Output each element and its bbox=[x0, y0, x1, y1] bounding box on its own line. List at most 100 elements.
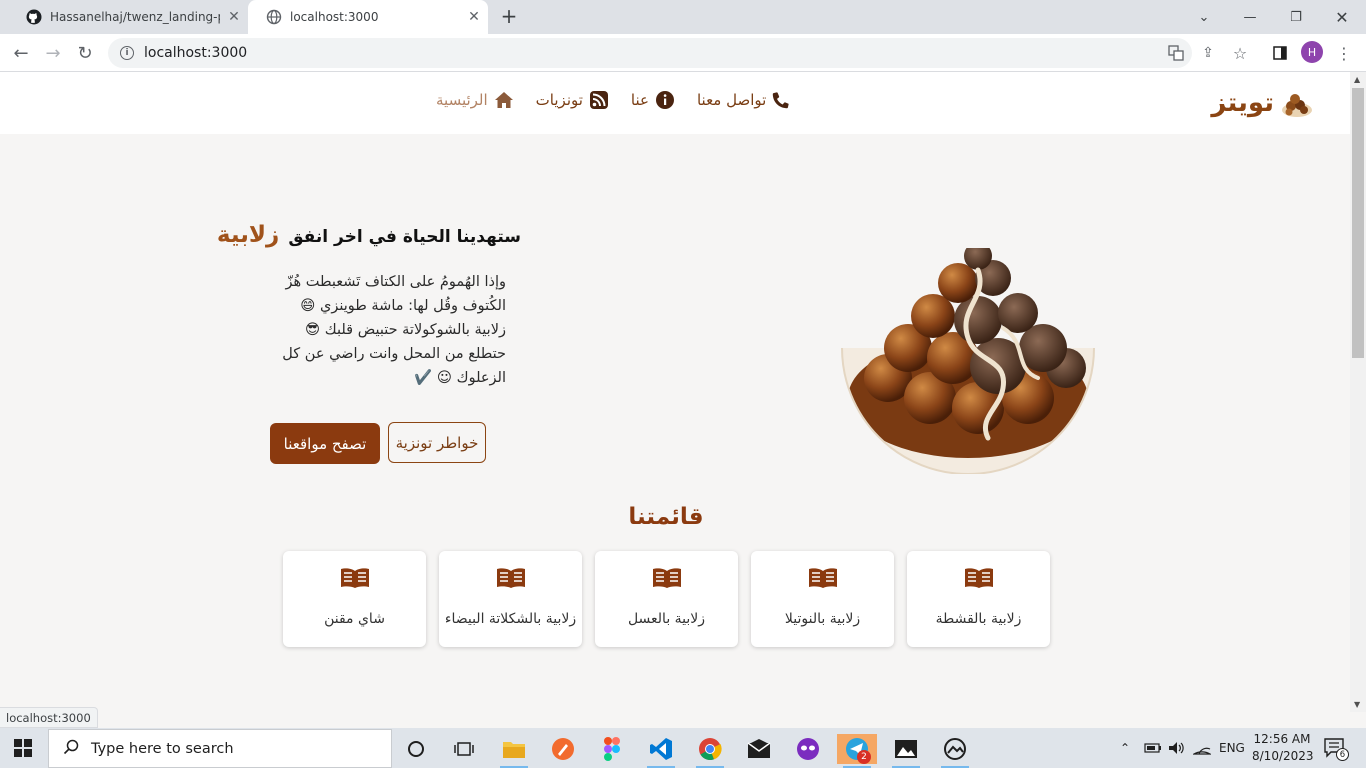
menu-item-label: زلابية بالشكلاتة البيضاء bbox=[444, 611, 577, 627]
main-nav: الرئيسية تونزيات عنا تواصل معنا bbox=[436, 90, 790, 110]
side-panel-icon[interactable] bbox=[1269, 42, 1291, 64]
translate-icon[interactable] bbox=[1165, 42, 1187, 64]
search-icon bbox=[63, 739, 79, 759]
nav-contact[interactable]: تواصل معنا bbox=[697, 90, 790, 110]
close-window-button[interactable]: ✕ bbox=[1319, 0, 1365, 34]
rss-icon bbox=[589, 90, 609, 110]
book-open-icon bbox=[808, 567, 838, 593]
browser-tab-strip: Hassanelhaj/twenz_landing-page ✕ localho… bbox=[0, 0, 1366, 34]
chrome-icon[interactable] bbox=[690, 734, 730, 768]
close-tab-icon[interactable]: ✕ bbox=[460, 9, 488, 25]
home-icon bbox=[494, 91, 514, 109]
menu-item-label: زلابية بالقشطة bbox=[935, 611, 1022, 627]
photos-icon[interactable] bbox=[886, 734, 926, 768]
wifi-icon[interactable] bbox=[1193, 728, 1211, 768]
forward-button[interactable]: → bbox=[40, 40, 66, 66]
telegram-badge: 2 bbox=[857, 750, 871, 764]
clock-time: 12:56 AM bbox=[1253, 732, 1311, 746]
figma-icon[interactable] bbox=[592, 734, 632, 764]
menu-item-label: زلابية بالنوتيلا bbox=[784, 611, 861, 627]
mask-app-icon[interactable] bbox=[788, 734, 828, 764]
mail-icon[interactable] bbox=[739, 734, 779, 764]
page-scrollbar[interactable]: ▲ ▼ bbox=[1350, 72, 1366, 712]
nav-home[interactable]: الرئيسية bbox=[436, 90, 514, 110]
tab-github[interactable]: Hassanelhaj/twenz_landing-page ✕ bbox=[8, 0, 248, 34]
link-status-bubble: localhost:3000 bbox=[0, 707, 98, 728]
notification-count: 6 bbox=[1336, 748, 1349, 761]
menu-card[interactable]: زلابية بالعسل bbox=[595, 551, 738, 647]
reload-button[interactable]: ↻ bbox=[72, 40, 98, 66]
vscode-icon[interactable] bbox=[641, 734, 681, 768]
bookmark-star-icon[interactable]: ☆ bbox=[1229, 42, 1251, 64]
cortana-icon[interactable] bbox=[396, 734, 436, 764]
search-placeholder: Type here to search bbox=[91, 740, 234, 757]
share-icon[interactable]: ⇪ bbox=[1197, 42, 1219, 64]
hero-line: الكُتوف وقُل لها: ماشة طوينزي 😄 bbox=[300, 298, 506, 314]
hero-title-text: ستهدينا الحياة في اخر انفق bbox=[288, 227, 521, 247]
hero-line: الزعلوك ☺ ✔️ bbox=[414, 370, 506, 386]
hero-line: زلابية بالشوكولاتة حتبيض قلبك 😎 bbox=[305, 322, 506, 338]
scrollbar-thumb[interactable] bbox=[1352, 88, 1364, 358]
phone-icon bbox=[772, 91, 790, 109]
thoughts-button[interactable]: خواطر تونزية bbox=[388, 422, 486, 463]
menu-card[interactable]: زلابية بالقشطة bbox=[907, 551, 1050, 647]
menu-section-title: قائمتنا bbox=[628, 504, 704, 530]
nav-label: الرئيسية bbox=[436, 91, 488, 109]
info-circle-icon bbox=[655, 90, 675, 110]
book-open-icon bbox=[652, 567, 682, 593]
tab-search-chevron-icon[interactable]: ⌄ bbox=[1181, 0, 1227, 34]
pen-app-icon[interactable] bbox=[543, 734, 583, 764]
scroll-down-arrow-icon[interactable]: ▼ bbox=[1354, 700, 1360, 709]
tab-title: Hassanelhaj/twenz_landing-page bbox=[50, 10, 220, 24]
windows-start-icon[interactable] bbox=[14, 739, 32, 757]
notifications-icon[interactable]: 6 bbox=[1324, 728, 1349, 768]
browse-sites-button[interactable]: تصفح مواقعنا bbox=[270, 423, 380, 464]
nav-tonzyat[interactable]: تونزيات bbox=[536, 90, 609, 110]
url-text: localhost:3000 bbox=[144, 45, 248, 61]
clock-date: 8/10/2023 bbox=[1252, 749, 1314, 763]
restore-button[interactable]: ❐ bbox=[1273, 0, 1319, 34]
battery-icon[interactable] bbox=[1144, 728, 1162, 768]
telegram-icon[interactable]: 2 bbox=[837, 734, 877, 768]
book-open-icon bbox=[340, 567, 370, 593]
profile-avatar[interactable]: H bbox=[1301, 41, 1323, 63]
close-tab-icon[interactable]: ✕ bbox=[220, 9, 248, 25]
github-icon bbox=[26, 9, 42, 25]
menu-card[interactable]: شاي مقنن bbox=[283, 551, 426, 647]
brand-name: تويتز bbox=[1211, 88, 1274, 118]
minimize-button[interactable]: — bbox=[1227, 0, 1273, 34]
volume-icon[interactable] bbox=[1168, 728, 1186, 768]
hero-title: ستهدينا الحياة في اخر انفق زلابية bbox=[217, 222, 521, 248]
new-tab-button[interactable]: + bbox=[498, 6, 520, 28]
back-button[interactable]: ← bbox=[8, 40, 34, 66]
taskbar-search[interactable]: Type here to search bbox=[48, 729, 392, 768]
hero-paragraph: وإذا الهُمومُ على الكتاف تَشعبطت هُزّ ال… bbox=[250, 270, 506, 390]
menu-card[interactable]: زلابية بالشكلاتة البيضاء bbox=[439, 551, 582, 647]
more-menu-icon[interactable]: ⋮ bbox=[1333, 42, 1355, 64]
task-view-icon[interactable] bbox=[444, 734, 484, 764]
site-brand[interactable]: تويتز bbox=[1211, 86, 1314, 120]
site-info-icon[interactable]: i bbox=[120, 46, 134, 60]
hero-line: وإذا الهُمومُ على الكتاف تَشعبطت هُزّ bbox=[285, 274, 506, 290]
show-hidden-icons-chevron-icon[interactable]: ⌃ bbox=[1120, 728, 1130, 768]
menu-item-label: شاي مقنن bbox=[324, 611, 385, 627]
book-open-icon bbox=[496, 567, 526, 593]
photo-viewer-icon[interactable] bbox=[935, 734, 975, 768]
file-explorer-icon[interactable] bbox=[494, 734, 534, 768]
nav-about[interactable]: عنا bbox=[631, 90, 675, 110]
tab-localhost[interactable]: localhost:3000 ✕ bbox=[248, 0, 488, 34]
menu-card[interactable]: زلابية بالنوتيلا bbox=[751, 551, 894, 647]
menu-item-label: زلابية بالعسل bbox=[627, 611, 706, 627]
windows-taskbar: Type here to search 2 ⌃ ENG 12:56 AM 8/1… bbox=[0, 728, 1366, 768]
zalabia-hero-image bbox=[838, 242, 1098, 478]
site-navbar: تويتز الرئيسية تونزيات عنا تواصل معنا bbox=[0, 72, 1350, 134]
hero-line: حتطلع من المحل وانت راضي عن كل bbox=[282, 346, 506, 362]
taskbar-clock[interactable]: 12:56 AM 8/10/2023 bbox=[1252, 731, 1314, 765]
zalabia-logo-icon bbox=[1280, 86, 1314, 120]
scroll-up-arrow-icon[interactable]: ▲ bbox=[1354, 75, 1360, 84]
nav-label: تونزيات bbox=[535, 91, 583, 109]
browser-toolbar: ← → ↻ i localhost:3000 ⇪ ☆ ⋮ bbox=[0, 34, 1366, 72]
book-open-icon bbox=[964, 567, 994, 593]
address-bar[interactable]: i localhost:3000 bbox=[108, 38, 1192, 68]
input-language[interactable]: ENG bbox=[1219, 728, 1245, 768]
